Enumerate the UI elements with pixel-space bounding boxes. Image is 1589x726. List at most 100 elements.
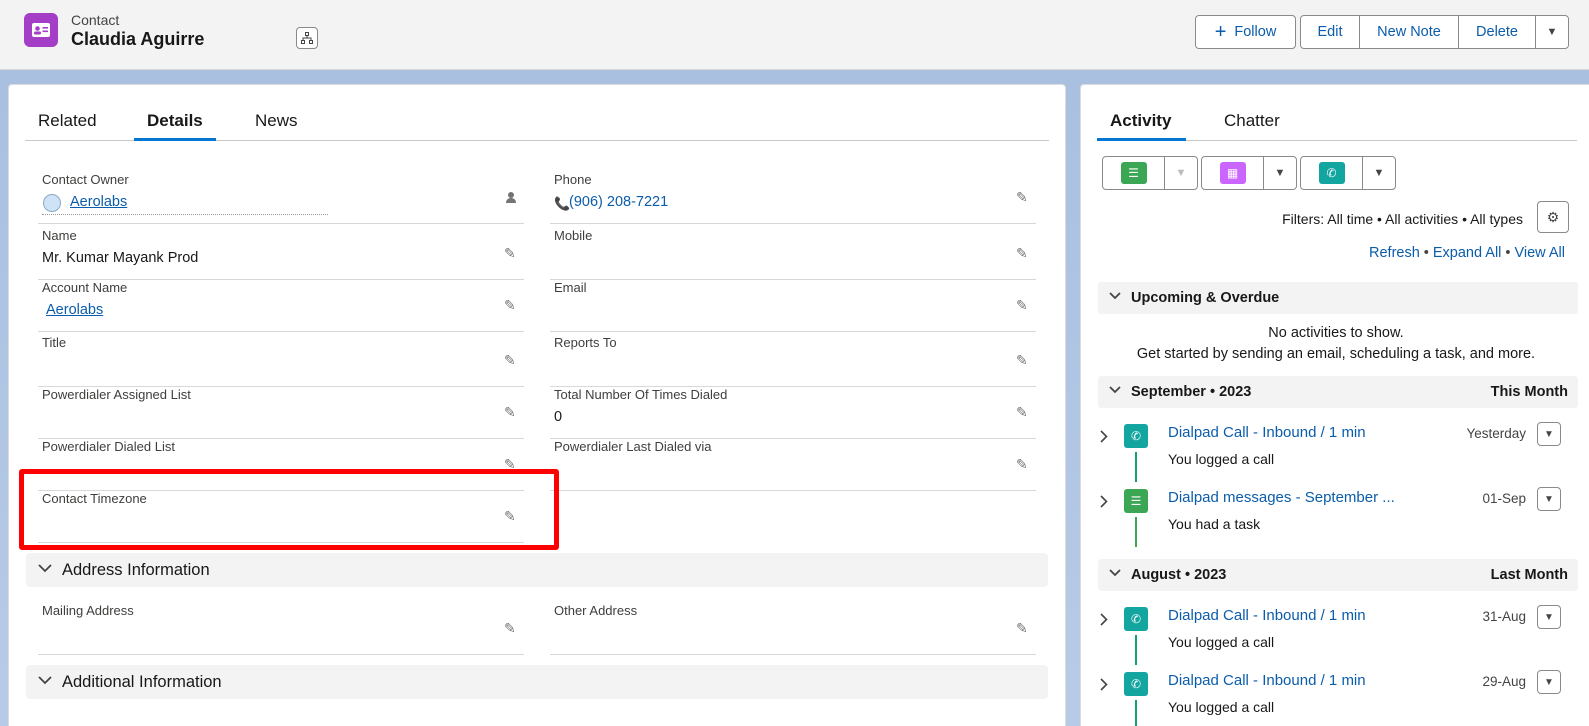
edit-pencil-icon[interactable]: ✎ — [504, 621, 518, 635]
tab-chatter[interactable]: Chatter — [1224, 111, 1280, 131]
chevron-right-icon[interactable] — [1100, 613, 1108, 629]
tab-activity[interactable]: Activity — [1110, 111, 1171, 131]
edit-pencil-icon[interactable]: ✎ — [1016, 457, 1030, 471]
task-icon: ☰ — [1124, 489, 1148, 513]
chevron-down-icon: ▼ — [1544, 611, 1554, 623]
edit-pencil-icon[interactable]: ✎ — [504, 246, 518, 260]
edit-pencil-icon[interactable]: ✎ — [1016, 298, 1030, 312]
chevron-right-icon[interactable] — [1100, 678, 1108, 694]
more-actions-button[interactable]: ▼ — [1536, 16, 1568, 48]
edit-button[interactable]: Edit — [1301, 16, 1360, 48]
month-section-september[interactable]: September • 2023 This Month — [1098, 376, 1578, 408]
owner-hover-line — [42, 214, 328, 215]
tab-news[interactable]: News — [255, 111, 298, 131]
chevron-right-icon[interactable] — [1100, 430, 1108, 446]
section-title: Additional Information — [62, 673, 222, 691]
item-menu-button[interactable]: ▼ — [1537, 670, 1561, 694]
chevron-down-icon — [1109, 568, 1121, 580]
record-actions: Edit New Note Delete ▼ — [1300, 15, 1569, 49]
new-note-button[interactable]: New Note — [1360, 16, 1459, 48]
account-name-link[interactable]: Aerolabs — [46, 302, 103, 318]
activity-date: 31-Aug — [1482, 609, 1526, 624]
chevron-down-icon: ▼ — [1544, 428, 1554, 440]
phone-link[interactable]: (906) 208-7221 — [569, 194, 668, 210]
active-tab-indicator — [1097, 138, 1186, 141]
timeline-line — [1135, 700, 1137, 726]
field-label: Mailing Address — [42, 603, 134, 618]
new-task-button[interactable]: ☰ ▼ — [1102, 156, 1198, 190]
change-owner-icon[interactable] — [504, 190, 518, 204]
call-icon: ✆ — [1124, 672, 1148, 696]
gear-icon[interactable]: ⚙ — [1537, 201, 1569, 233]
edit-pencil-icon[interactable]: ✎ — [1016, 353, 1030, 367]
field-contact-owner: Contact Owner Aerolabs — [38, 172, 524, 224]
item-menu-button[interactable]: ▼ — [1537, 422, 1561, 446]
chevron-down-icon: ▼ — [1544, 676, 1554, 688]
contact-owner-link[interactable]: Aerolabs — [70, 194, 127, 210]
activity-date: Yesterday — [1466, 426, 1526, 441]
field-label: Powerdialer Assigned List — [42, 387, 191, 402]
edit-pencil-icon[interactable]: ✎ — [1016, 621, 1030, 635]
field-phone: Phone 📞 (906) 208-7221 ✎ — [550, 172, 1036, 224]
view-all-link[interactable]: View All — [1514, 245, 1565, 261]
edit-pencil-icon[interactable]: ✎ — [504, 405, 518, 419]
chevron-right-icon[interactable] — [1100, 495, 1108, 511]
timeline-item: ✆ Dialpad Call - Inbound / 1 min You log… — [1098, 670, 1578, 726]
plus-icon: + — [1214, 21, 1227, 43]
activity-filters[interactable]: Filters: All time • All activities • All… — [1282, 211, 1523, 227]
edit-pencil-icon[interactable]: ✎ — [1016, 190, 1030, 204]
field-account-name: Account Name Aerolabs ✎ — [38, 280, 524, 332]
delete-button[interactable]: Delete — [1459, 16, 1536, 48]
task-icon: ☰ — [1120, 162, 1147, 184]
section-period: Last Month — [1490, 567, 1568, 583]
phone-icon[interactable]: 📞 — [554, 196, 570, 212]
field-label: Title — [42, 335, 67, 350]
field-label: Account Name — [42, 280, 128, 295]
empty-state-line: No activities to show. — [1268, 325, 1404, 341]
section-additional-information[interactable]: Additional Information — [26, 665, 1048, 699]
follow-button[interactable]: + Follow — [1195, 15, 1296, 49]
timeline-line — [1135, 452, 1137, 482]
upcoming-overdue-section[interactable]: Upcoming & Overdue — [1098, 282, 1578, 314]
tab-details[interactable]: Details — [147, 111, 203, 131]
field-powerdialer-assigned-list: Powerdialer Assigned List ✎ — [38, 387, 524, 439]
timeline-item: ☰ Dialpad messages - September ... You h… — [1098, 487, 1578, 553]
active-tab-indicator — [134, 138, 216, 141]
field-label: Powerdialer Last Dialed via — [554, 439, 712, 454]
new-event-button[interactable]: ▦ ▼ — [1201, 156, 1297, 190]
details-card: Related Details News Contact Owner Aerol… — [8, 84, 1066, 726]
log-call-button[interactable]: ✆ ▼ — [1300, 156, 1396, 190]
calendar-icon: ▦ — [1219, 162, 1246, 184]
record-tabs: Related Details News — [25, 103, 1049, 141]
object-type-label: Contact — [71, 12, 120, 28]
field-value: Mr. Kumar Mayank Prod — [42, 250, 199, 266]
edit-pencil-icon[interactable]: ✎ — [504, 353, 518, 367]
section-title: August • 2023 — [1131, 567, 1227, 583]
activity-subject-link[interactable]: Dialpad messages - September ... — [1168, 489, 1395, 506]
activity-tabs: Activity Chatter — [1097, 103, 1577, 141]
chevron-down-icon — [1109, 291, 1121, 303]
field-mobile: Mobile ✎ — [550, 228, 1036, 280]
month-section-august[interactable]: August • 2023 Last Month — [1098, 559, 1578, 591]
item-menu-button[interactable]: ▼ — [1537, 487, 1561, 511]
activity-description: You logged a call — [1168, 699, 1275, 715]
edit-pencil-icon[interactable]: ✎ — [1016, 405, 1030, 419]
edit-pencil-icon[interactable]: ✎ — [504, 298, 518, 312]
timeline-item: ✆ Dialpad Call - Inbound / 1 min You log… — [1098, 422, 1578, 488]
activity-subject-link[interactable]: Dialpad Call - Inbound / 1 min — [1168, 607, 1366, 624]
chevron-down-icon: ▼ — [1546, 26, 1558, 38]
activity-subject-link[interactable]: Dialpad Call - Inbound / 1 min — [1168, 672, 1366, 689]
field-label: Email — [554, 280, 587, 295]
field-name: Name Mr. Kumar Mayank Prod ✎ — [38, 228, 524, 280]
activity-subject-link[interactable]: Dialpad Call - Inbound / 1 min — [1168, 424, 1366, 441]
tab-related[interactable]: Related — [38, 111, 97, 131]
expand-all-link[interactable]: Expand All — [1433, 245, 1502, 261]
edit-pencil-icon[interactable]: ✎ — [1016, 246, 1030, 260]
hierarchy-button[interactable] — [296, 27, 318, 49]
item-menu-button[interactable]: ▼ — [1537, 605, 1561, 629]
refresh-link[interactable]: Refresh — [1369, 245, 1420, 261]
section-address-information[interactable]: Address Information — [26, 553, 1048, 587]
chevron-down-icon — [38, 562, 52, 576]
field-label: Reports To — [554, 335, 617, 350]
field-mailing-address: Mailing Address ✎ — [38, 603, 524, 655]
